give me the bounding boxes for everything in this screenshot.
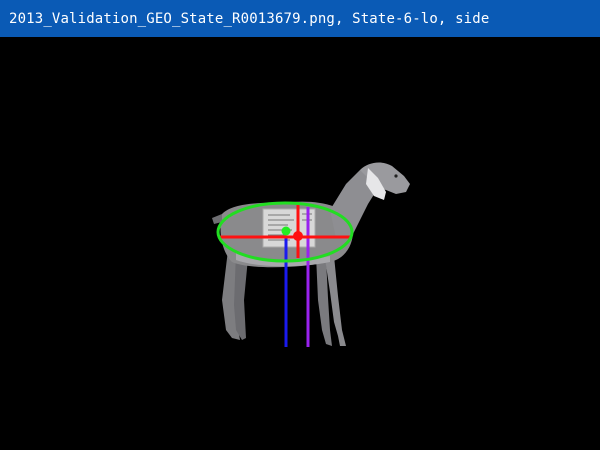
- image-canvas: [0, 37, 600, 450]
- image-viewer-window: 2013_Validation_GEO_State_R0013679.png, …: [0, 0, 600, 450]
- window-title: 2013_Validation_GEO_State_R0013679.png, …: [9, 10, 490, 27]
- goat-eye: [394, 174, 398, 178]
- centroid-green-dot: [281, 226, 291, 236]
- title-bar[interactable]: 2013_Validation_GEO_State_R0013679.png, …: [0, 0, 600, 37]
- annotated-image: [212, 162, 410, 347]
- centroid-red-dot: [293, 231, 303, 241]
